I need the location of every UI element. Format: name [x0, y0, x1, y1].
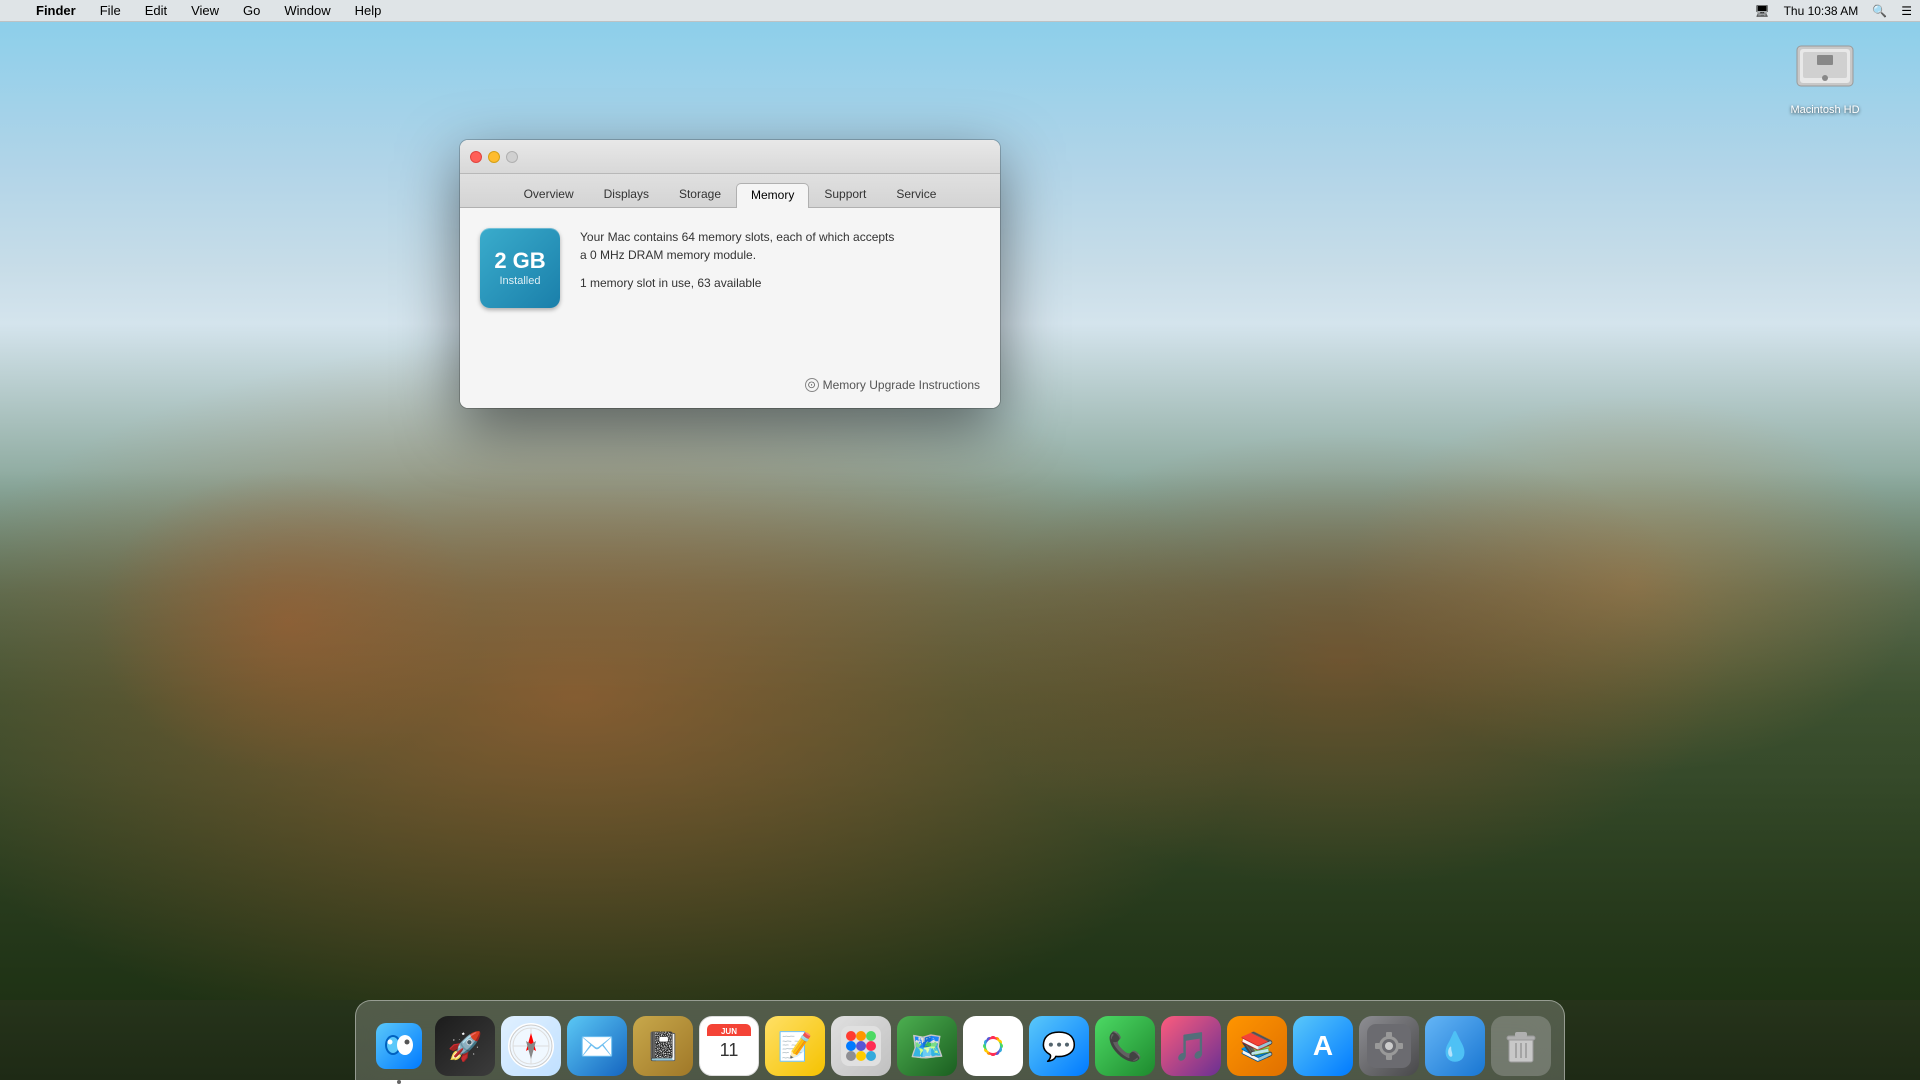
memory-installed-label: Installed: [500, 275, 541, 287]
upgrade-link-label: Memory Upgrade Instructions: [823, 378, 980, 392]
memory-desc-line2: a 0 MHz DRAM memory module.: [580, 246, 980, 264]
memory-slots-info: 1 memory slot in use, 63 available: [580, 274, 980, 292]
menubar-screen-icon[interactable]: 🖥: [1754, 4, 1769, 18]
svg-text:JUN: JUN: [721, 1027, 737, 1036]
svg-text:11: 11: [720, 1040, 739, 1060]
window-controls: [470, 151, 518, 163]
dock-notefile[interactable]: 📓: [633, 1016, 693, 1076]
finder-active-dot: [397, 1080, 401, 1084]
menubar-window[interactable]: Window: [280, 1, 334, 20]
window-tab-bar: Overview Displays Storage Memory Support…: [460, 174, 1000, 208]
dock-photos[interactable]: [963, 1016, 1023, 1076]
window-footer: ⊙ Memory Upgrade Instructions: [460, 368, 1000, 408]
menubar-finder[interactable]: Finder: [32, 1, 80, 20]
hd-drive-icon: [1790, 30, 1860, 100]
tab-storage[interactable]: Storage: [664, 182, 736, 207]
dock-appstore[interactable]: A: [1293, 1016, 1353, 1076]
dock: 🚀 ✉️ 📓: [355, 1000, 1565, 1080]
tab-displays[interactable]: Displays: [589, 182, 664, 207]
window-maximize-button[interactable]: [506, 151, 518, 163]
memory-size-number: 2 GB: [494, 250, 545, 272]
dock-safari[interactable]: [501, 1016, 561, 1076]
menubar-view[interactable]: View: [187, 1, 223, 20]
memory-desc-line1: Your Mac contains 64 memory slots, each …: [580, 228, 980, 246]
tab-service[interactable]: Service: [881, 182, 951, 207]
dock-launchpad[interactable]: 🚀: [435, 1016, 495, 1076]
menubar-go[interactable]: Go: [239, 1, 264, 20]
dock-calendar[interactable]: JUN 11: [699, 1016, 759, 1076]
dock-trash[interactable]: [1491, 1016, 1551, 1076]
menubar-right: 🖥 Thu 10:38 AM 🔍 ☰: [1754, 4, 1912, 18]
window-close-button[interactable]: [470, 151, 482, 163]
dock-system-preferences[interactable]: [1359, 1016, 1419, 1076]
dock-notes[interactable]: 📝: [765, 1016, 825, 1076]
dock-airdrop[interactable]: 💧: [1425, 1016, 1485, 1076]
window-titlebar: [460, 140, 1000, 174]
window-minimize-button[interactable]: [488, 151, 500, 163]
gear-circle-icon: ⊙: [805, 378, 819, 392]
memory-upgrade-link[interactable]: ⊙ Memory Upgrade Instructions: [805, 378, 980, 392]
menubar-file[interactable]: File: [96, 1, 125, 20]
macintosh-hd-icon[interactable]: Macintosh HD: [1790, 30, 1860, 116]
memory-info-row: 2 GB Installed Your Mac contains 64 memo…: [480, 228, 980, 308]
menubar-edit[interactable]: Edit: [141, 1, 171, 20]
dock-maps[interactable]: 🗺️: [897, 1016, 957, 1076]
dock-mail[interactable]: ✉️: [567, 1016, 627, 1076]
dock-applist[interactable]: [831, 1016, 891, 1076]
menubar-time: Thu 10:38 AM: [1784, 4, 1859, 18]
menubar: Finder File Edit View Go Window Help 🖥 T…: [0, 0, 1920, 22]
menubar-help[interactable]: Help: [351, 1, 386, 20]
dock-messages[interactable]: 💬: [1029, 1016, 1089, 1076]
menubar-control-center-icon[interactable]: ☰: [1901, 4, 1912, 18]
hd-label: Macintosh HD: [1790, 104, 1859, 116]
menubar-left: Finder File Edit View Go Window Help: [8, 1, 385, 20]
dock-facetime[interactable]: 📞: [1095, 1016, 1155, 1076]
menubar-search-icon[interactable]: 🔍: [1872, 4, 1887, 18]
dock-finder[interactable]: [369, 1016, 429, 1076]
tab-overview[interactable]: Overview: [509, 182, 589, 207]
dock-ibooks[interactable]: 📚: [1227, 1016, 1287, 1076]
desktop: Finder File Edit View Go Window Help 🖥 T…: [0, 0, 1920, 1080]
memory-description: Your Mac contains 64 memory slots, each …: [580, 228, 980, 292]
tab-memory[interactable]: Memory: [736, 183, 809, 208]
memory-badge: 2 GB Installed: [480, 228, 560, 308]
about-this-mac-window: Overview Displays Storage Memory Support…: [460, 140, 1000, 408]
dock-itunes[interactable]: 🎵: [1161, 1016, 1221, 1076]
window-content-memory: 2 GB Installed Your Mac contains 64 memo…: [460, 208, 1000, 368]
tab-support[interactable]: Support: [809, 182, 881, 207]
